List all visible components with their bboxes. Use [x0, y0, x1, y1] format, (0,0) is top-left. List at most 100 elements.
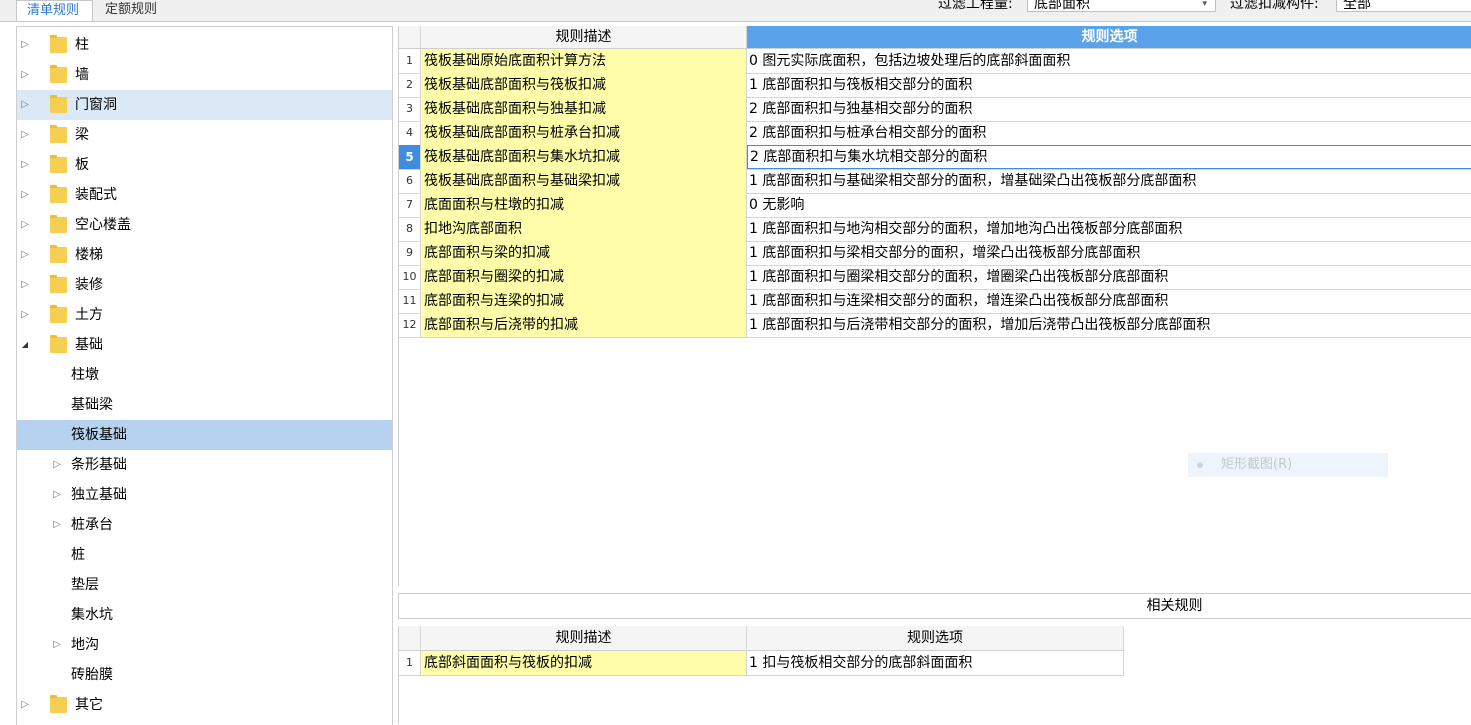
tree-item[interactable]: ▷ 楼梯: [17, 240, 392, 270]
table-row[interactable]: 10 底部面积与圈梁的扣减 1 底部面积扣与圈梁相交部分的面积，增圈梁凸出筏板部分底…: [399, 265, 1471, 290]
tree-item[interactable]: ▷ 板: [17, 150, 392, 180]
tree-item[interactable]: ▷ 地沟: [17, 630, 392, 660]
tree-item[interactable]: 集水坑: [17, 600, 392, 630]
tree-item[interactable]: ▷ 装配式: [17, 180, 392, 210]
tree-item[interactable]: ▷ 条形基础: [17, 450, 392, 480]
tree-item[interactable]: ▷ 独立基础: [17, 480, 392, 510]
tree-item[interactable]: 基础梁: [17, 390, 392, 420]
header-rule-option[interactable]: 规则选项: [747, 26, 1471, 48]
table-row[interactable]: 2 筏板基础底部面积与筏板扣减 1 底部面积扣与筏板相交部分的面积: [399, 73, 1471, 98]
rule-option-cell[interactable]: 1 底部面积扣与梁相交部分的面积，增梁凸出筏板部分底部面积: [747, 241, 1471, 265]
rule-option-cell[interactable]: 1 扣与筏板相交部分的底部斜面面积: [747, 651, 1124, 675]
table-row[interactable]: 1 筏板基础原始底面积计算方法 0 图元实际底面积，包括边坡处理后的底部斜面面积: [399, 49, 1471, 74]
rule-description-cell[interactable]: 底面面积与柱墩的扣减: [421, 193, 747, 217]
row-number: 3: [399, 97, 421, 121]
chevron-down-icon[interactable]: ▾: [1202, 0, 1207, 13]
tree-item[interactable]: ▷ 其它: [17, 690, 392, 720]
rule-option-cell[interactable]: 0 无影响: [747, 193, 1471, 217]
triangle-right-icon[interactable]: ▷: [20, 39, 30, 51]
tab-bill-rules[interactable]: 清单规则: [16, 0, 93, 21]
rule-option-cell[interactable]: 2 底部面积扣与集水坑相交部分的面积: [747, 145, 1471, 169]
rule-option-cell[interactable]: 1 底部面积扣与后浇带相交部分的面积，增加后浇带凸出筏板部分底部面积: [747, 313, 1471, 337]
rule-description-cell[interactable]: 筏板基础底部面积与独基扣减: [421, 97, 747, 121]
table-row[interactable]: 9 底部面积与梁的扣减 1 底部面积扣与梁相交部分的面积，增梁凸出筏板部分底部面积: [399, 241, 1471, 266]
rule-option-cell[interactable]: 2 底部面积扣与独基相交部分的面积: [747, 97, 1471, 121]
tree-item-label: 筏板基础: [71, 427, 127, 443]
rule-description-cell[interactable]: 筏板基础底部面积与筏板扣减: [421, 73, 747, 97]
tree-item[interactable]: 桩: [17, 540, 392, 570]
tree-item[interactable]: ▷ 梁: [17, 120, 392, 150]
triangle-right-icon[interactable]: ▷: [20, 249, 30, 261]
tree-item-label: 门窗洞: [75, 97, 117, 113]
triangle-right-icon[interactable]: ▷: [20, 189, 30, 201]
triangle-right-icon[interactable]: ▷: [20, 99, 30, 111]
rule-description-cell[interactable]: 底部面积与梁的扣减: [421, 241, 747, 265]
tree-item[interactable]: ▷ 装修: [17, 270, 392, 300]
rule-option-cell[interactable]: 1 底部面积扣与基础梁相交部分的面积，增基础梁凸出筏板部分底部面积: [747, 169, 1471, 193]
rule-option-cell[interactable]: 1 底部面积扣与筏板相交部分的面积: [747, 73, 1471, 97]
tree-item[interactable]: 垫层: [17, 570, 392, 600]
filter-component-value: 全部: [1343, 0, 1371, 12]
tree-item[interactable]: ▷ 柱: [17, 30, 392, 60]
triangle-right-icon[interactable]: ▷: [20, 159, 30, 171]
tree-item[interactable]: ▷ 墙: [17, 60, 392, 90]
table-row[interactable]: 7 底面面积与柱墩的扣减 0 无影响: [399, 193, 1471, 218]
tree-item[interactable]: ▷ 土方: [17, 300, 392, 330]
triangle-right-icon[interactable]: ▷: [20, 69, 30, 81]
header-rule-description[interactable]: 规则描述: [421, 26, 747, 48]
table-row[interactable]: 1 底部斜面面积与筏板的扣减 1 扣与筏板相交部分的底部斜面面积: [399, 651, 1124, 676]
rule-description-cell[interactable]: 筏板基础底部面积与集水坑扣减: [421, 145, 747, 169]
tree-item[interactable]: ▷ 门窗洞: [17, 90, 392, 120]
table-row[interactable]: 6 筏板基础底部面积与基础梁扣减 1 底部面积扣与基础梁相交部分的面积，增基础梁凸出…: [399, 169, 1471, 194]
triangle-right-icon[interactable]: ▷: [20, 309, 30, 321]
tree-item[interactable]: 柱墩: [17, 360, 392, 390]
triangle-right-icon[interactable]: ▷: [52, 489, 62, 501]
rule-description-cell[interactable]: 扣地沟底部面积: [421, 217, 747, 241]
rule-option-cell[interactable]: 2 底部面积扣与桩承台相交部分的面积: [747, 121, 1471, 145]
rule-option-cell[interactable]: 1 底部面积扣与连梁相交部分的面积，增连梁凸出筏板部分底部面积: [747, 289, 1471, 313]
table-row[interactable]: 11 底部面积与连梁的扣减 1 底部面积扣与连梁相交部分的面积，增连梁凸出筏板部分底…: [399, 289, 1471, 314]
tree-item[interactable]: 筏板基础: [17, 420, 392, 450]
related-header-rule-option[interactable]: 规则选项: [747, 626, 1124, 650]
rule-description-cell[interactable]: 底部面积与连梁的扣减: [421, 289, 747, 313]
rule-option-cell[interactable]: 1 底部面积扣与地沟相交部分的面积，增加地沟凸出筏板部分底部面积: [747, 217, 1471, 241]
table-row[interactable]: 8 扣地沟底部面积 1 底部面积扣与地沟相交部分的面积，增加地沟凸出筏板部分底部面积: [399, 217, 1471, 242]
triangle-down-icon[interactable]: ◢: [20, 339, 30, 351]
rule-option-cell[interactable]: 0 图元实际底面积，包括边坡处理后的底部斜面面积: [747, 49, 1471, 73]
related-header-rule-description[interactable]: 规则描述: [421, 626, 747, 650]
rule-description-cell[interactable]: 底部斜面面积与筏板的扣减: [421, 651, 747, 675]
table-row[interactable]: 3 筏板基础底部面积与独基扣减 2 底部面积扣与独基相交部分的面积: [399, 97, 1471, 122]
tree-item[interactable]: ▷ 空心楼盖: [17, 210, 392, 240]
folder-icon: [50, 125, 67, 143]
row-number: 4: [399, 121, 421, 145]
rule-option-cell[interactable]: 1 底部面积扣与圈梁相交部分的面积，增圈梁凸出筏板部分底部面积: [747, 265, 1471, 289]
table-row[interactable]: 12 底部面积与后浇带的扣减 1 底部面积扣与后浇带相交部分的面积，增加后浇带凸出筏…: [399, 313, 1471, 338]
related-rules-grid: 规则描述 规则选项 1 底部斜面面积与筏板的扣减 1 扣与筏板相交部分的底部斜面面积: [398, 626, 1471, 724]
tab-quota-rules[interactable]: 定额规则: [95, 0, 177, 21]
triangle-right-icon[interactable]: ▷: [20, 129, 30, 141]
triangle-right-icon[interactable]: ▷: [52, 639, 62, 651]
row-number: 8: [399, 217, 421, 241]
tree-item[interactable]: ◢ 基础: [17, 330, 392, 360]
triangle-right-icon[interactable]: ▷: [20, 219, 30, 231]
triangle-right-icon[interactable]: ▷: [20, 279, 30, 291]
related-header-row-number: [399, 626, 421, 650]
rule-description-cell[interactable]: 底部面积与圈梁的扣减: [421, 265, 747, 289]
component-tree: ▷ 柱 ▷ 墙 ▷ 门窗洞 ▷ 梁 ▷ 板 ▷ 装配式 ▷ 空心楼盖 ▷ 楼梯 ▷ 装修 ▷ 土方 ◢ 基础 柱墩 基础梁 筏板…: [16, 26, 393, 725]
table-row[interactable]: 5 筏板基础底部面积与集水坑扣减 2 底部面积扣与集水坑相交部分的面积: [399, 145, 1471, 170]
rule-description-cell[interactable]: 筏板基础底部面积与基础梁扣减: [421, 169, 747, 193]
row-number: 7: [399, 193, 421, 217]
filter-quantity-select[interactable]: 底部面积 ▾: [1027, 0, 1216, 12]
triangle-right-icon[interactable]: ▷: [20, 699, 30, 711]
table-row[interactable]: 4 筏板基础底部面积与桩承台扣减 2 底部面积扣与桩承台相交部分的面积: [399, 121, 1471, 146]
triangle-right-icon[interactable]: ▷: [52, 519, 62, 531]
tree-item[interactable]: 砖胎膜: [17, 660, 392, 690]
rule-description-cell[interactable]: 筏板基础底部面积与桩承台扣减: [421, 121, 747, 145]
triangle-right-icon[interactable]: ▷: [52, 459, 62, 471]
row-number: 1: [399, 651, 421, 675]
filter-component-select[interactable]: 全部: [1336, 0, 1471, 12]
rule-description-cell[interactable]: 底部面积与后浇带的扣减: [421, 313, 747, 337]
tree-item-label: 基础梁: [71, 397, 113, 413]
rule-description-cell[interactable]: 筏板基础原始底面积计算方法: [421, 49, 747, 73]
tree-item[interactable]: ▷ 桩承台: [17, 510, 392, 540]
